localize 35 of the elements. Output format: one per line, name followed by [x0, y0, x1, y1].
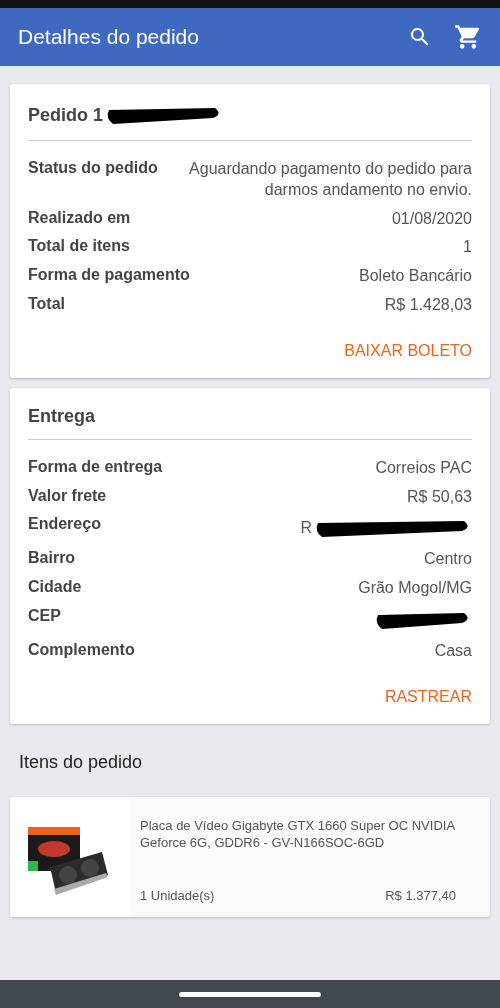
- section-heading: Itens do pedido: [18, 750, 144, 774]
- item-quantity: 1 Unidade(s): [140, 887, 215, 903]
- field-value: 01/08/2020: [391, 208, 472, 229]
- field-value: Boleto Bancário: [359, 266, 472, 287]
- field-value: R$ 50,63: [407, 486, 472, 507]
- field-value: Grão Mogol/MG: [358, 578, 472, 599]
- field-value: Casa: [434, 640, 472, 661]
- app-bar-title: Detalhes do pedido: [18, 25, 200, 49]
- field-label: Endereço: [28, 515, 101, 535]
- field-value: Correios PAC: [375, 457, 472, 478]
- cart-icon[interactable]: [454, 23, 482, 51]
- delivery-title: Entrega: [28, 405, 96, 427]
- item-name: Placa de Vídeo Gigabyte GTX 1660 Super OC NVIDIA Geforce 6G, GDDR6 - GV-N166SOC-6GD: [140, 816, 456, 852]
- field-label: CEP: [28, 606, 61, 626]
- field-label: Valor frete: [28, 486, 107, 506]
- order-title: Pedido 1: [28, 104, 103, 126]
- field-value: Centro: [423, 549, 472, 570]
- field-value: 1: [463, 237, 472, 258]
- track-link[interactable]: RASTREAR: [384, 665, 472, 724]
- field-label: Forma de pagamento: [28, 266, 190, 286]
- field-label: Bairro: [28, 549, 76, 569]
- field-label: Cidade: [28, 578, 82, 598]
- order-item[interactable]: Placa de Vídeo Gigabyte GTX 1660 Super OC NVIDIA Geforce 6G, GDDR6 - GV-N166SOC-6GD 1 Unidade(s) R$ 1.377,40: [10, 796, 490, 917]
- field-label: Forma de entrega: [28, 457, 163, 477]
- field-value: R: [300, 517, 312, 538]
- field-value: R$ 1.428,03: [384, 295, 472, 315]
- home-indicator[interactable]: [179, 991, 321, 997]
- field-label: Complemento: [28, 640, 135, 660]
- field-label: Total: [28, 295, 66, 314]
- item-price: R$ 1.377,40: [385, 887, 456, 903]
- field-label: Realizado em: [28, 208, 131, 228]
- download-boleto-link[interactable]: BAIXAR BOLETO: [344, 319, 472, 378]
- field-label: Status do pedido: [28, 159, 158, 178]
- field-label: Total de itens: [28, 237, 130, 257]
- field-value: Aguardando pagamento do pedido para darmos andamento no envio.: [188, 159, 472, 200]
